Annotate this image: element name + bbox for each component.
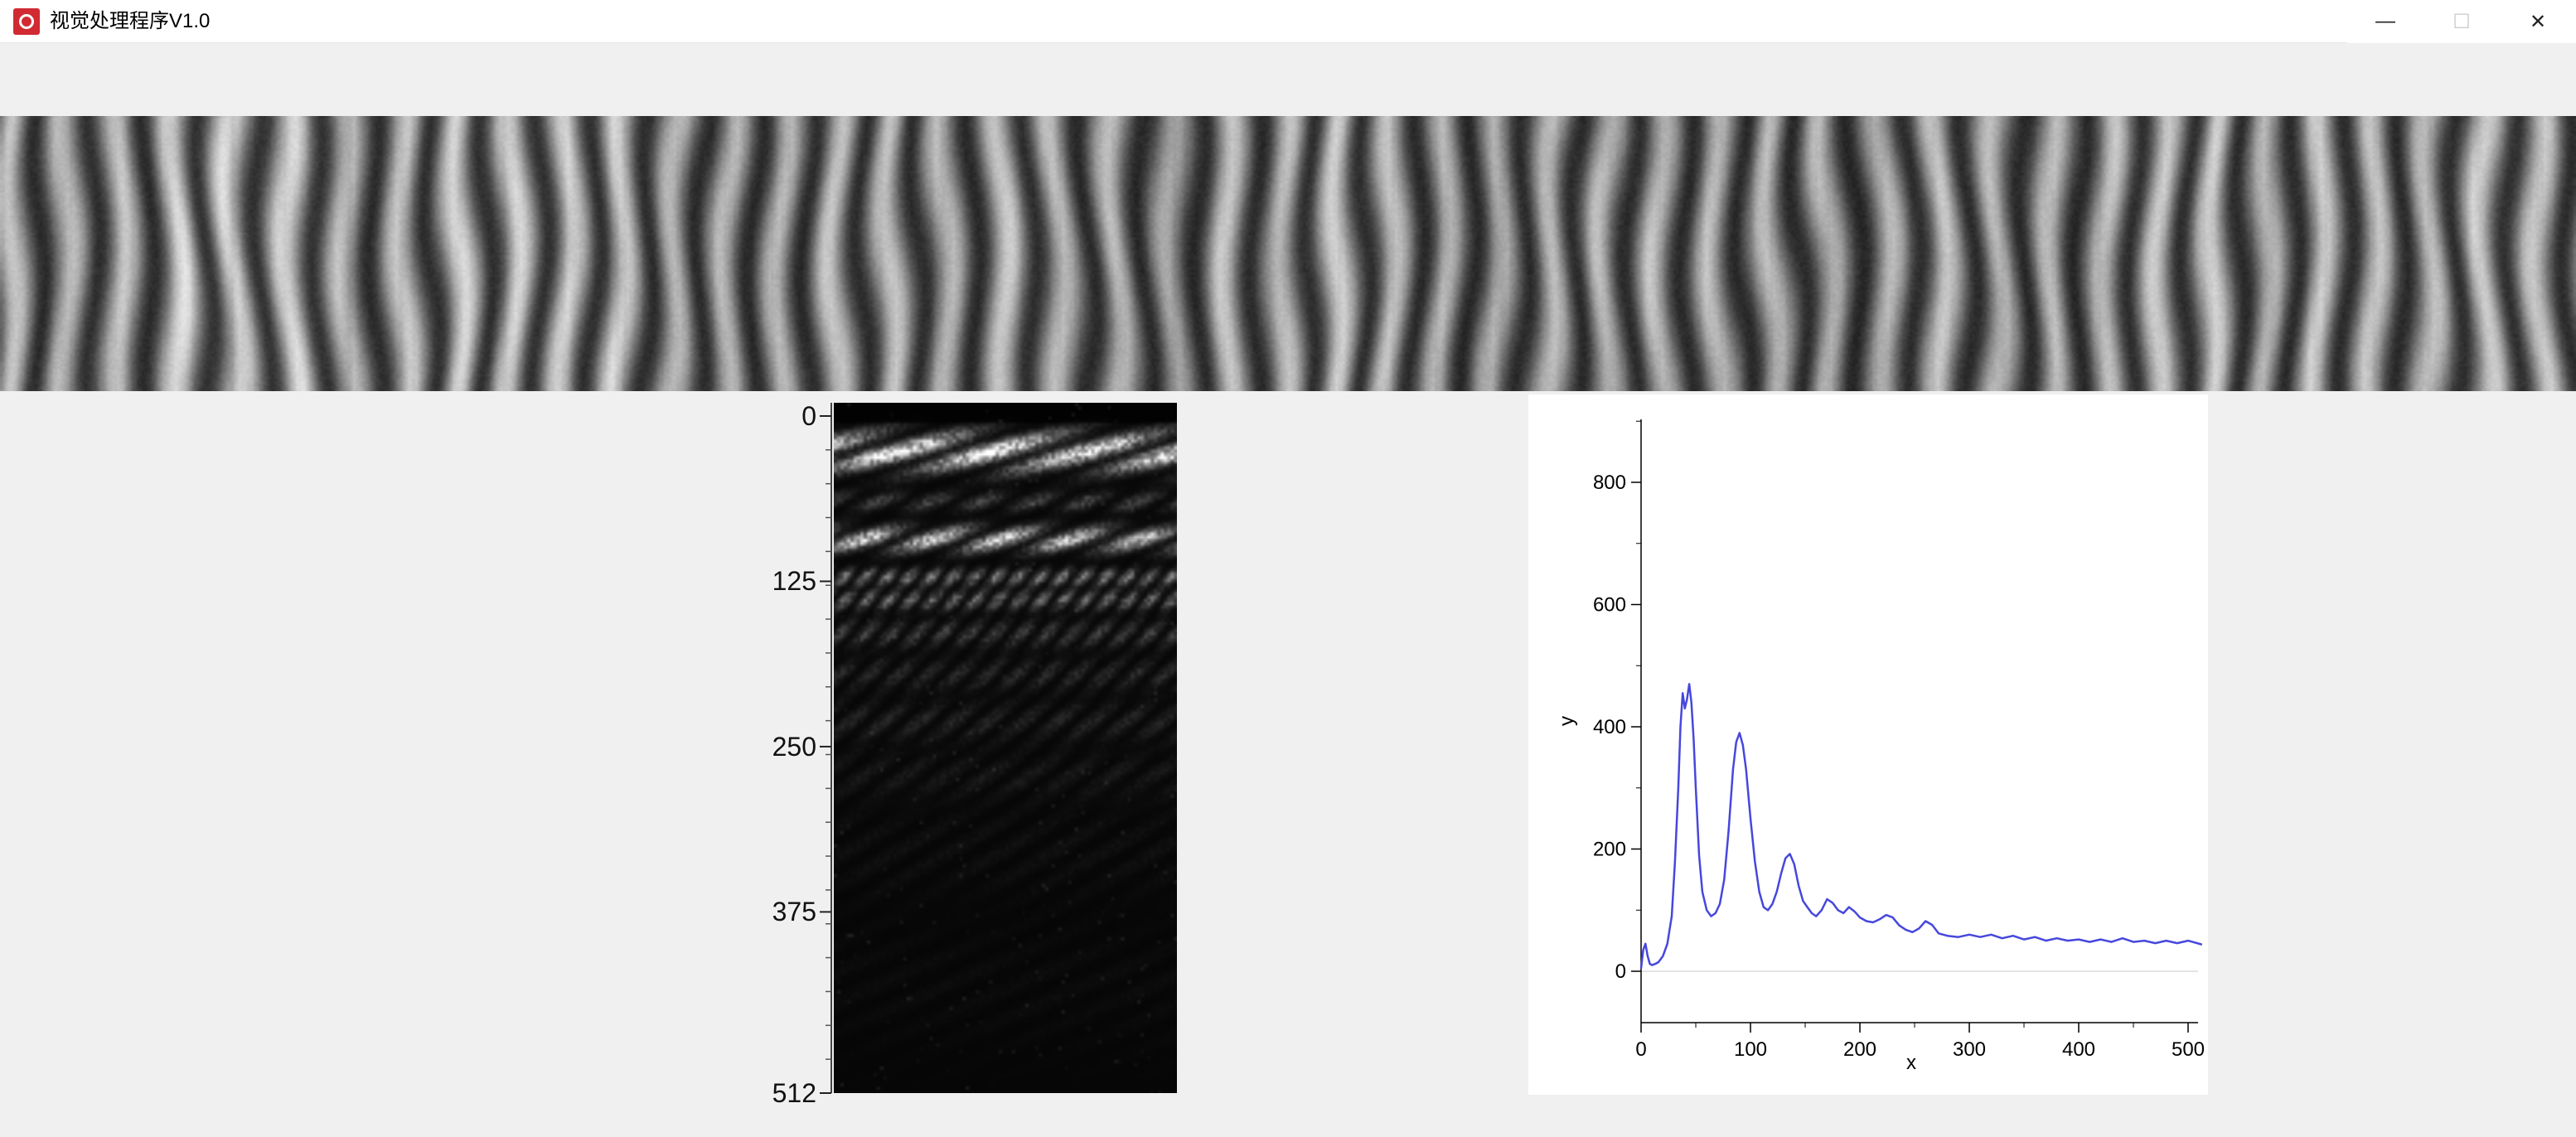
left-axis-tick-label: 0 xyxy=(700,403,816,429)
svg-text:200: 200 xyxy=(1843,1038,1876,1061)
minimize-button[interactable]: — xyxy=(2347,0,2423,43)
maximize-button[interactable]: ☐ xyxy=(2423,0,2500,43)
close-button[interactable]: ✕ xyxy=(2500,0,2576,43)
caption-buttons: — ☐ ✕ xyxy=(2347,0,2576,43)
svg-text:800: 800 xyxy=(1593,472,1626,494)
left-axis-tick-label: 375 xyxy=(700,898,816,925)
left-axis-tick-label: 125 xyxy=(700,568,816,594)
window-title: 视觉处理程序V1.0 xyxy=(50,0,210,43)
svg-text:200: 200 xyxy=(1593,839,1626,861)
profile-line-chart: 0 200 400 600 800 0 100 200 300 400 500 y x xyxy=(1528,394,2208,1095)
svg-text:600: 600 xyxy=(1593,594,1626,617)
fringe-image-strip xyxy=(0,116,2576,391)
svg-text:0: 0 xyxy=(1615,960,1626,983)
profile-chart-panel: 0 200 400 600 800 0 100 200 300 400 500 y x xyxy=(1528,394,2208,1095)
svg-text:0: 0 xyxy=(1635,1038,1646,1061)
svg-text:400: 400 xyxy=(2062,1038,2095,1061)
titlebar: 视觉处理程序V1.0 — ☐ ✕ xyxy=(0,0,2576,43)
svg-text:y: y xyxy=(1556,716,1578,726)
left-axis-tick-label: 512 xyxy=(700,1080,816,1106)
svg-text:500: 500 xyxy=(2172,1038,2205,1061)
app-icon xyxy=(13,8,40,35)
app-window: 视觉处理程序V1.0 — ☐ ✕ 显示--》处理 数量 采集图片 转化为图片 转… xyxy=(0,0,2576,1137)
svg-text:100: 100 xyxy=(1734,1038,1767,1061)
toolbar: 显示--》处理 数量 采集图片 转化为图片 转化数量0 显示系数 设置 xyxy=(0,44,2576,115)
left-axis-tick-label: 250 xyxy=(700,733,816,760)
svg-text:400: 400 xyxy=(1593,716,1626,738)
processed-image xyxy=(834,403,1177,1093)
svg-text:x: x xyxy=(1906,1052,1916,1074)
svg-text:300: 300 xyxy=(1953,1038,1986,1061)
